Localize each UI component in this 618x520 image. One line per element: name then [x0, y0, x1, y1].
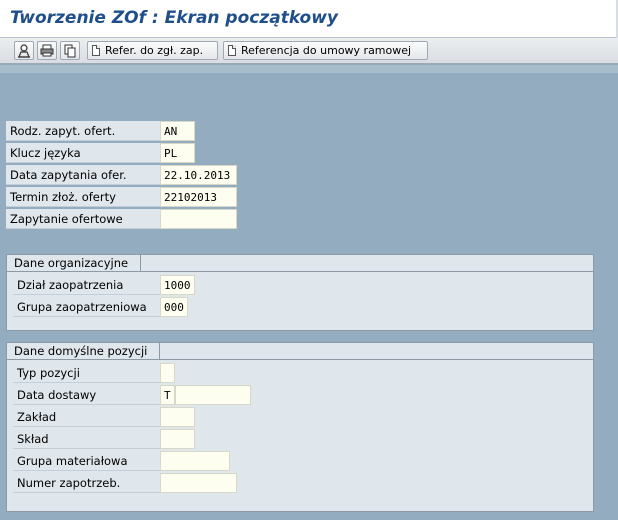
copy-icon: [64, 44, 76, 57]
rfq-type-label: Rodz. zapyt. ofert.: [6, 121, 161, 141]
plant-field[interactable]: [160, 407, 195, 427]
material-group-label: Grupa materiałowa: [13, 451, 161, 471]
ref-contract-label: Referencja do umowy ramowej: [241, 44, 412, 57]
storage-location-label: Skład: [13, 429, 161, 449]
item-category-label: Typ pozycji: [13, 363, 161, 383]
purchasing-org-field[interactable]: 1000: [160, 275, 195, 295]
item-defaults-title: Dane domyślne pozycji: [7, 343, 161, 360]
purchasing-org-label: Dział zaopatrzenia: [13, 275, 161, 295]
print-icon: [40, 44, 54, 57]
page-title: Tworzenie ZOf : Ekran początkowy: [10, 8, 339, 28]
plant-label: Zakład: [13, 407, 161, 427]
quote-deadline-label: Termin złoż. oferty: [6, 187, 161, 207]
ref-quote-button[interactable]: Refer. do zgł. zap.: [87, 41, 218, 60]
purchasing-group-field[interactable]: 000: [160, 297, 188, 317]
item-category-field[interactable]: [160, 363, 175, 383]
rfq-type-field[interactable]: AN: [160, 121, 195, 141]
purchasing-group-label: Grupa zaopatrzeniowa: [13, 297, 161, 317]
language-key-field[interactable]: PL: [160, 143, 195, 163]
organization-button[interactable]: [14, 41, 34, 60]
storage-location-field[interactable]: [160, 429, 195, 449]
quote-deadline-field[interactable]: 22102013: [160, 187, 237, 207]
organization-icon: [18, 43, 30, 58]
rfq-date-field[interactable]: 22.10.2013: [160, 165, 237, 185]
language-key-label: Klucz języka: [6, 143, 161, 163]
title-bar: Tworzenie ZOf : Ekran początkowy: [0, 0, 618, 38]
document-icon: [92, 45, 100, 56]
copy-button[interactable]: [60, 41, 80, 60]
print-button[interactable]: [37, 41, 57, 60]
delivery-date-type-field[interactable]: T: [160, 385, 175, 405]
rfq-date-label: Data zapytania ofer.: [6, 165, 161, 185]
rfq-number-label: Zapytanie ofertowe: [6, 209, 161, 229]
ref-quote-label: Refer. do zgł. zap.: [105, 44, 204, 57]
delivery-date-field[interactable]: [175, 385, 251, 405]
application-toolbar: Refer. do zgł. zap. Referencja do umowy …: [0, 38, 618, 64]
rfq-number-field[interactable]: [160, 209, 237, 229]
requirement-tracking-label: Numer zapotrzeb.: [13, 473, 161, 493]
material-group-field[interactable]: [160, 451, 230, 471]
requirement-tracking-field[interactable]: [160, 473, 237, 493]
org-data-title: Dane organizacyjne: [7, 255, 142, 272]
document-icon: [228, 45, 236, 56]
ref-contract-button[interactable]: Referencja do umowy ramowej: [223, 41, 428, 60]
delivery-date-label: Data dostawy: [13, 385, 161, 405]
